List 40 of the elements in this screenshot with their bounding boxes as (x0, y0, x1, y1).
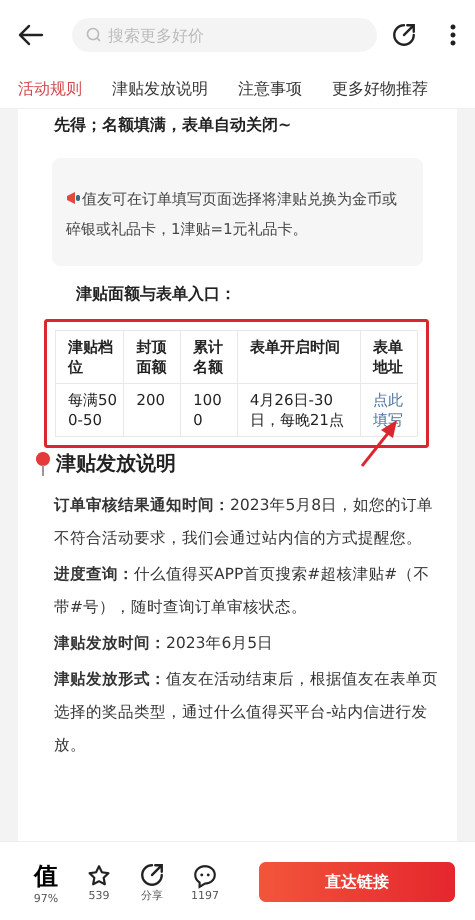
notice-text: 值友可在订单填写页面选择将津贴兑换为金币或碎银或礼品卡，1津贴=1元礼品卡。 (66, 189, 398, 240)
megaphone-icon (66, 191, 82, 205)
action-button[interactable]: 1197 (181, 862, 229, 902)
table-cell: 每满500-50 (56, 384, 124, 436)
action-label: 1197 (191, 888, 219, 902)
table-cell: 200 (124, 384, 181, 436)
action-label: 分享 (141, 888, 163, 902)
action-button[interactable]: 539 (75, 862, 123, 902)
rule-text: 先得；名额填满，表单自动关闭~ (54, 115, 292, 136)
column-header: 累计名额 (180, 330, 238, 384)
action-label: 97% (34, 892, 58, 904)
action-button[interactable]: 值 97% (22, 860, 70, 904)
paragraph: 津贴发放时间：2023年6月5日 (54, 633, 274, 654)
search-field[interactable]: 搜索更多好价 (72, 18, 377, 52)
column-header: 津贴档位 (56, 330, 124, 384)
action-label: 539 (88, 888, 110, 902)
star-icon (86, 862, 112, 888)
table-title: 津贴面额与表单入口： (76, 284, 237, 305)
column-header: 封顶面额 (124, 330, 181, 384)
paragraph: 津贴发放形式：值友在活动结束后，根据值友在表单页选择的奖品类型，通过什么值得买平台-站内信进行发放。 (54, 669, 439, 756)
tab[interactable]: 注意事项 (238, 78, 302, 100)
comment-icon (192, 862, 218, 888)
worth-icon: 值 (34, 860, 58, 892)
tab[interactable]: 活动规则 (18, 78, 82, 100)
table-cell: 1000 (180, 384, 238, 436)
paragraph: 订单审核结果通知时间：2023年5月8日，如您的订单不符合活动要求，我们会通过站内信的方式提醒您。 (54, 495, 434, 549)
tab[interactable]: 更多好物推荐 (332, 78, 428, 100)
direct-link-button[interactable]: 直达链接 (259, 862, 455, 902)
share-icon (139, 862, 165, 888)
table-cell: 4月26日-30日，每晚21点 (237, 384, 361, 436)
column-header: 表单地址 (360, 330, 418, 384)
column-header: 表单开启时间 (237, 330, 361, 384)
section-title: 津贴发放说明 (56, 450, 176, 477)
pin-icon (34, 450, 52, 476)
more-icon[interactable] (449, 23, 457, 47)
tab[interactable]: 津贴发放说明 (112, 78, 208, 100)
share-icon[interactable] (391, 22, 417, 48)
back-icon[interactable] (18, 24, 44, 46)
paragraph: 进度查询：什么值得买APP首页搜索#超核津贴#（不带#号），随时查询订单审核状态。 (54, 564, 430, 618)
action-button[interactable]: 分享 (128, 862, 176, 902)
